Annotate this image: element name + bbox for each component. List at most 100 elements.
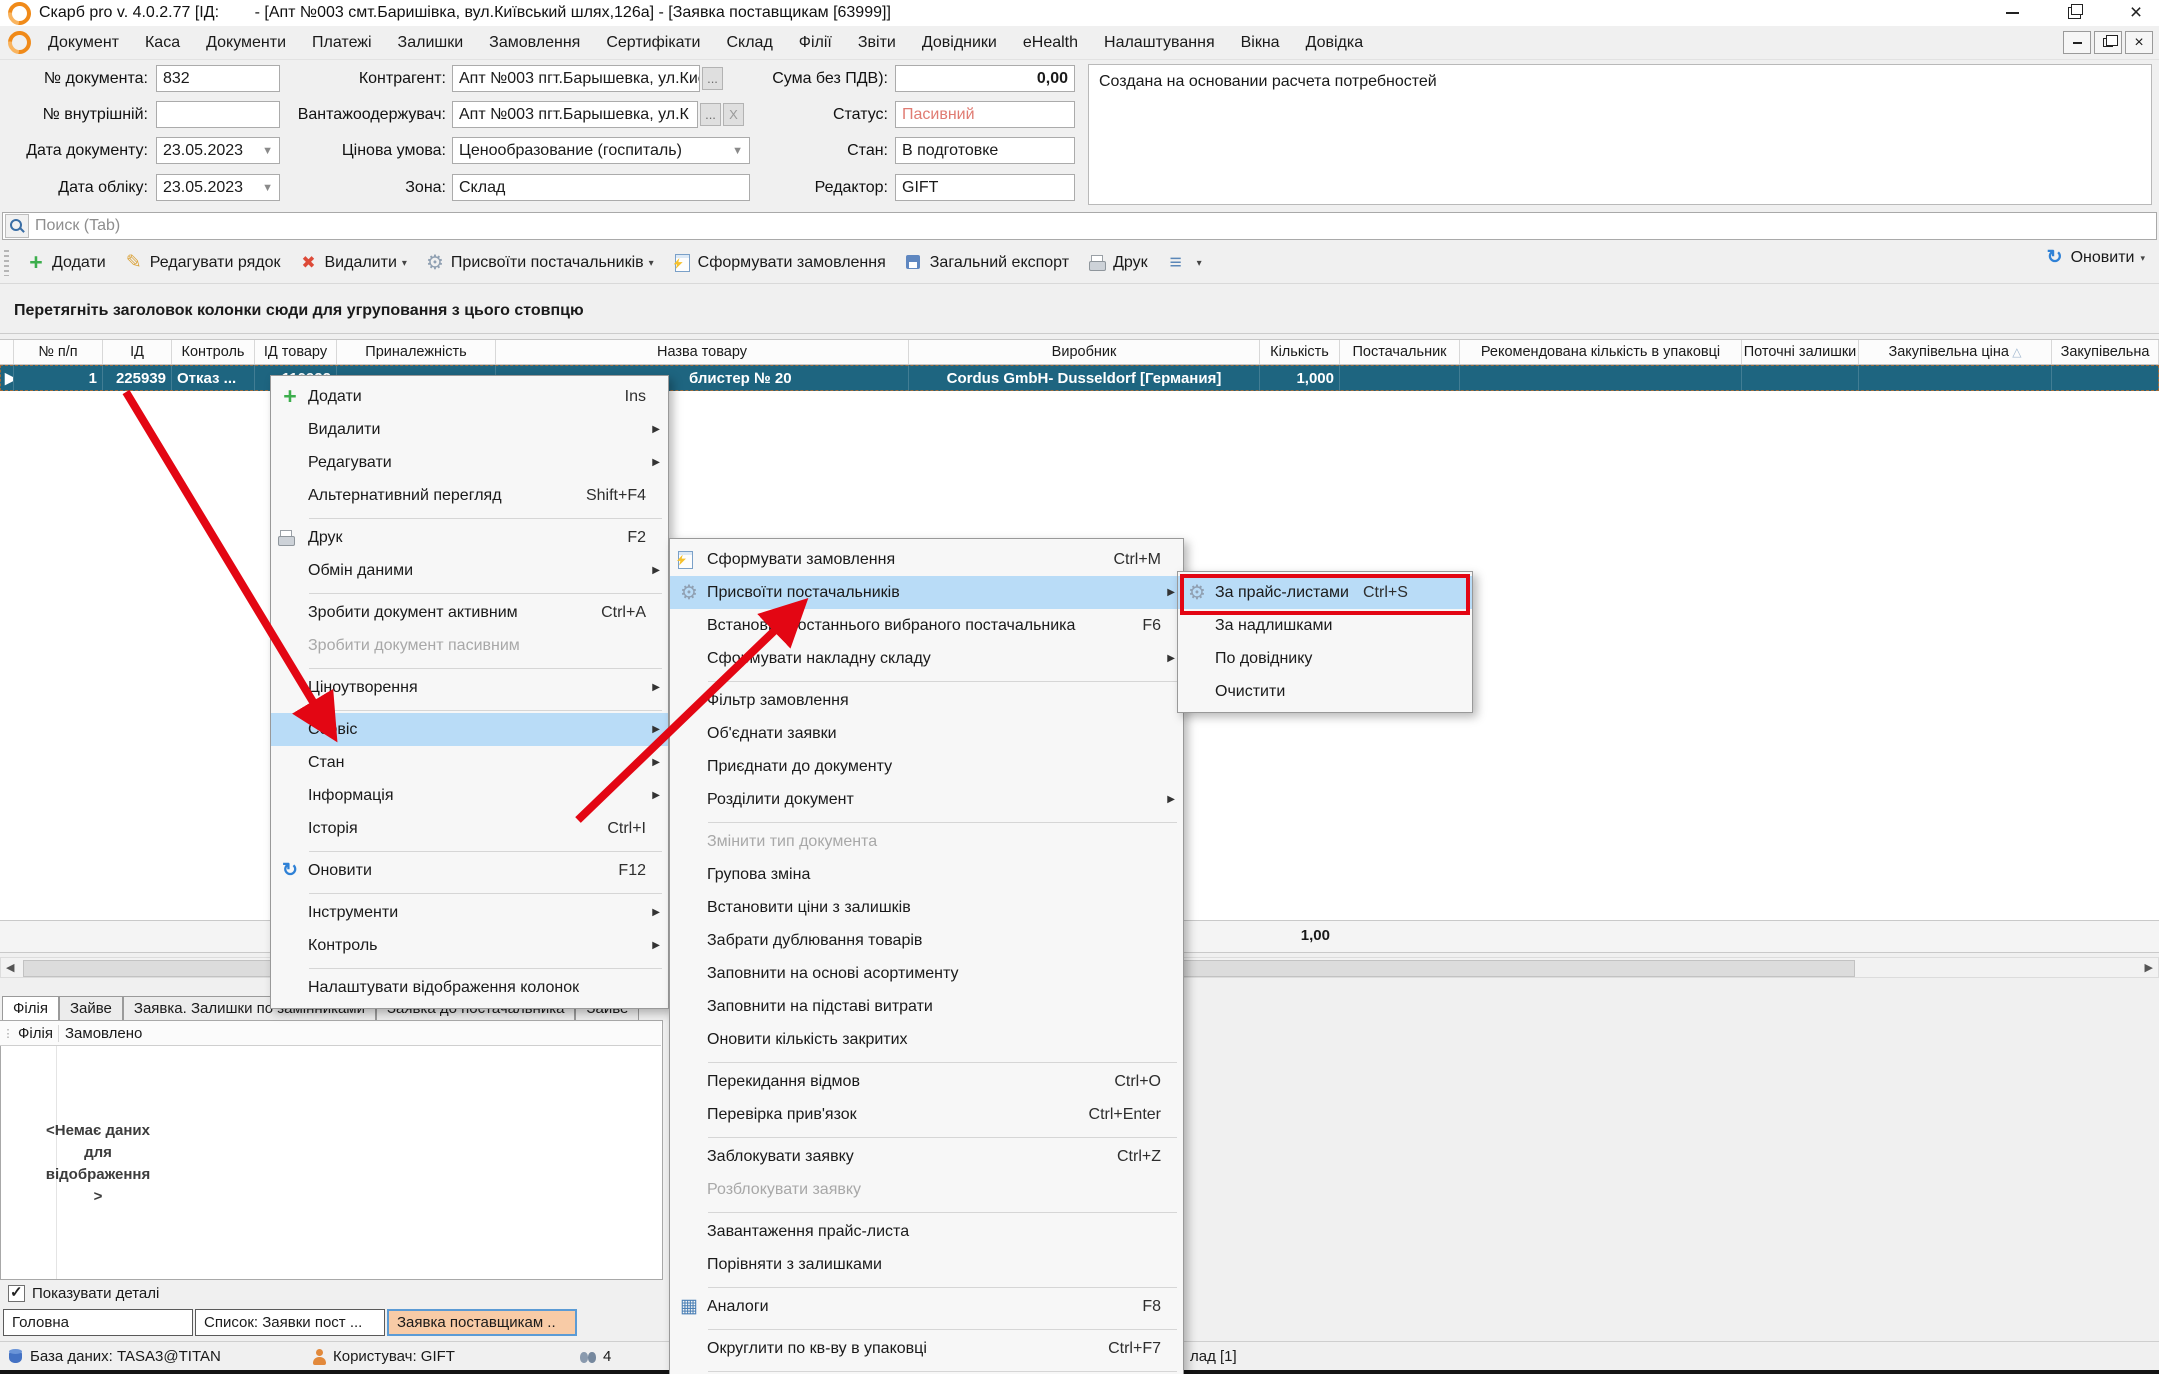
menu-item[interactable]: Фільтр замовлення ▶ (670, 684, 1183, 717)
menu-item[interactable]: Приєднати до документу ▶ (670, 750, 1183, 783)
menubar-item[interactable]: eHealth (1010, 34, 1091, 52)
menubar-item[interactable]: Замовлення (476, 34, 593, 52)
menu-item[interactable]: Перевірка прив'язок Ctrl+Enter ▶ (670, 1098, 1183, 1131)
toolbar-button[interactable]: Присвоїти постачальників ▾ (416, 247, 663, 279)
menu-item[interactable]: Групова зміна ▶ (670, 858, 1183, 891)
menu-item[interactable]: Оновити F12 ▶ (271, 854, 668, 887)
search-input[interactable]: Поиск (Tab) (2, 212, 2157, 240)
consignee-input[interactable]: Апт №003 пгт.Барышевка, ул.К (452, 101, 698, 128)
menu-item[interactable]: Обмін даними ▶ (271, 554, 668, 587)
menubar-item[interactable]: Документ (35, 34, 132, 52)
toolbar-button[interactable]: Друк ▾ (1078, 247, 1157, 279)
column-header[interactable]: № п/п (14, 340, 103, 364)
menu-item[interactable]: ▶ (271, 587, 668, 596)
menu-item[interactable]: За прайс-листами Ctrl+S ▶ (1178, 576, 1472, 609)
detail-column-ordered[interactable]: Замовлено (59, 1025, 142, 1042)
menu-item[interactable]: Друк F2 ▶ (271, 521, 668, 554)
menubar-item[interactable]: Каса (132, 34, 193, 52)
menu-item[interactable]: ▶ (670, 1131, 1183, 1140)
menu-item[interactable]: Заповнити на підставі витрати ▶ (670, 990, 1183, 1023)
toolbar-button[interactable]: ▾ (1157, 247, 1211, 279)
detail-tab[interactable]: Зайве (59, 996, 123, 1020)
column-header[interactable]: Рекомендована кількість в упаковці (1460, 340, 1742, 364)
menubar-item[interactable]: Налаштування (1091, 34, 1228, 52)
menu-item[interactable]: Додати Ins ▶ (271, 380, 668, 413)
view-tab[interactable]: Головна (3, 1309, 193, 1336)
menu-item[interactable]: Альтернативний перегляд Shift+F4 ▶ (271, 479, 668, 512)
toolbar-button[interactable]: Редагувати рядок ▾ (115, 247, 290, 279)
view-tab[interactable]: Список: Заявки пост ... (195, 1309, 385, 1336)
column-header[interactable]: Назва товару (496, 340, 909, 364)
menu-item[interactable]: Забрати дублювання товарів ▶ (670, 924, 1183, 957)
menu-item[interactable]: ▶ (670, 1206, 1183, 1215)
restore-button[interactable] (2061, 2, 2087, 24)
menu-item[interactable]: За надлишками ▶ (1178, 609, 1472, 642)
menubar-item[interactable]: Вікна (1228, 34, 1293, 52)
menu-item[interactable]: Стан ▶ (271, 746, 668, 779)
refresh-button[interactable]: Оновити ▾ (2045, 248, 2145, 268)
menu-item[interactable]: ▶ (271, 512, 668, 521)
menu-item[interactable]: ▶ (670, 816, 1183, 825)
menu-item[interactable]: Ціноутворення ▶ (271, 671, 668, 704)
menu-item[interactable]: Аналоги F8 ▶ (670, 1290, 1183, 1323)
menu-item[interactable]: Перек­идання відмов Ctrl+O ▶ (670, 1065, 1183, 1098)
show-details-checkbox[interactable]: Показувати деталі (8, 1285, 159, 1302)
menubar-item[interactable]: Склад (713, 34, 785, 52)
menu-item[interactable]: Історія Ctrl+I ▶ (271, 812, 668, 845)
column-header[interactable]: Поточні залишки (1742, 340, 1859, 364)
menu-item[interactable]: ▶ (670, 1323, 1183, 1332)
menu-item[interactable]: ▶ (670, 1365, 1183, 1374)
toolbar-button[interactable]: Додати ▾ (17, 247, 115, 279)
scroll-right-icon[interactable]: ▶ (2145, 961, 2153, 974)
minimize-button[interactable] (1999, 2, 2025, 24)
menu-item[interactable]: Розділити документ ▶ (670, 783, 1183, 816)
menu-item[interactable]: ▶ (271, 662, 668, 671)
column-header[interactable]: Виробник (909, 340, 1260, 364)
menu-item[interactable]: Завантаження прайс-листа ▶ (670, 1215, 1183, 1248)
account-date-input[interactable]: 23.05.2023▼ (156, 174, 280, 201)
doc-number-input[interactable]: 832 (156, 65, 280, 92)
menu-item[interactable]: Округлити по кв-ву в упаковці Ctrl+F7 ▶ (670, 1332, 1183, 1365)
doc-date-input[interactable]: 23.05.2023▼ (156, 137, 280, 164)
menu-item[interactable]: Налаштувати відображення колонок ▶ (271, 971, 668, 1004)
menu-item[interactable]: Об'єднати заявки ▶ (670, 717, 1183, 750)
menu-item[interactable]: Зробити документ пасивним ▶ (271, 629, 668, 662)
menu-item[interactable]: Встановити останнього вибраного постачал… (670, 609, 1183, 642)
menu-item[interactable]: Присвоїти постачальників ▶ (670, 576, 1183, 609)
menu-item[interactable]: Контроль ▶ (271, 929, 668, 962)
column-header[interactable]: ІД товару (255, 340, 337, 364)
menubar-item[interactable]: Довідка (1293, 34, 1377, 52)
column-header[interactable]: Контроль (172, 340, 255, 364)
menu-item[interactable]: Інформація ▶ (271, 779, 668, 812)
detail-column-filia[interactable]: Філія (16, 1025, 59, 1042)
scroll-left-icon[interactable]: ◀ (6, 961, 14, 974)
mdi-restore-button[interactable] (2094, 31, 2122, 54)
column-header[interactable]: Закупівельна ціна (1859, 340, 2052, 364)
menu-item[interactable]: Розблокувати заявку ▶ (670, 1173, 1183, 1206)
menu-item[interactable]: Зробити документ активним Ctrl+A ▶ (271, 596, 668, 629)
toolbar-button[interactable]: Загальний експорт ▾ (895, 247, 1078, 279)
menu-item[interactable]: Порівняти з залишками ▶ (670, 1248, 1183, 1281)
menu-item[interactable]: Редагувати ▶ (271, 446, 668, 479)
mdi-close-button[interactable]: × (2125, 31, 2153, 54)
menu-item[interactable]: По довіднику ▶ (1178, 642, 1472, 675)
menu-item[interactable]: ▶ (271, 845, 668, 854)
column-header[interactable]: Закупівельна (2052, 340, 2159, 364)
column-header[interactable]: Кількість (1260, 340, 1340, 364)
menu-item[interactable]: ▶ (271, 887, 668, 896)
column-header[interactable]: ІД (103, 340, 172, 364)
menu-item[interactable]: Сформувати замовлення Ctrl+M ▶ (670, 543, 1183, 576)
close-button[interactable]: × (2123, 2, 2149, 24)
toolbar-button[interactable]: Видалити ▾ (290, 247, 416, 279)
menu-item[interactable]: ▶ (670, 675, 1183, 684)
menu-item[interactable]: Заповнити на основі асортименту ▶ (670, 957, 1183, 990)
sum-no-vat-input[interactable]: 0,00 (895, 65, 1075, 92)
menubar-item[interactable]: Платежі (299, 34, 385, 52)
menubar-item[interactable]: Залишки (385, 34, 477, 52)
menubar-item[interactable]: Звіти (845, 34, 909, 52)
menu-item[interactable]: ▶ (271, 704, 668, 713)
menu-item[interactable]: Встановити ціни з залишків ▶ (670, 891, 1183, 924)
menu-item[interactable]: Інструменти ▶ (271, 896, 668, 929)
menu-item[interactable]: ▶ (271, 962, 668, 971)
menubar-item[interactable]: Сертифікати (593, 34, 713, 52)
